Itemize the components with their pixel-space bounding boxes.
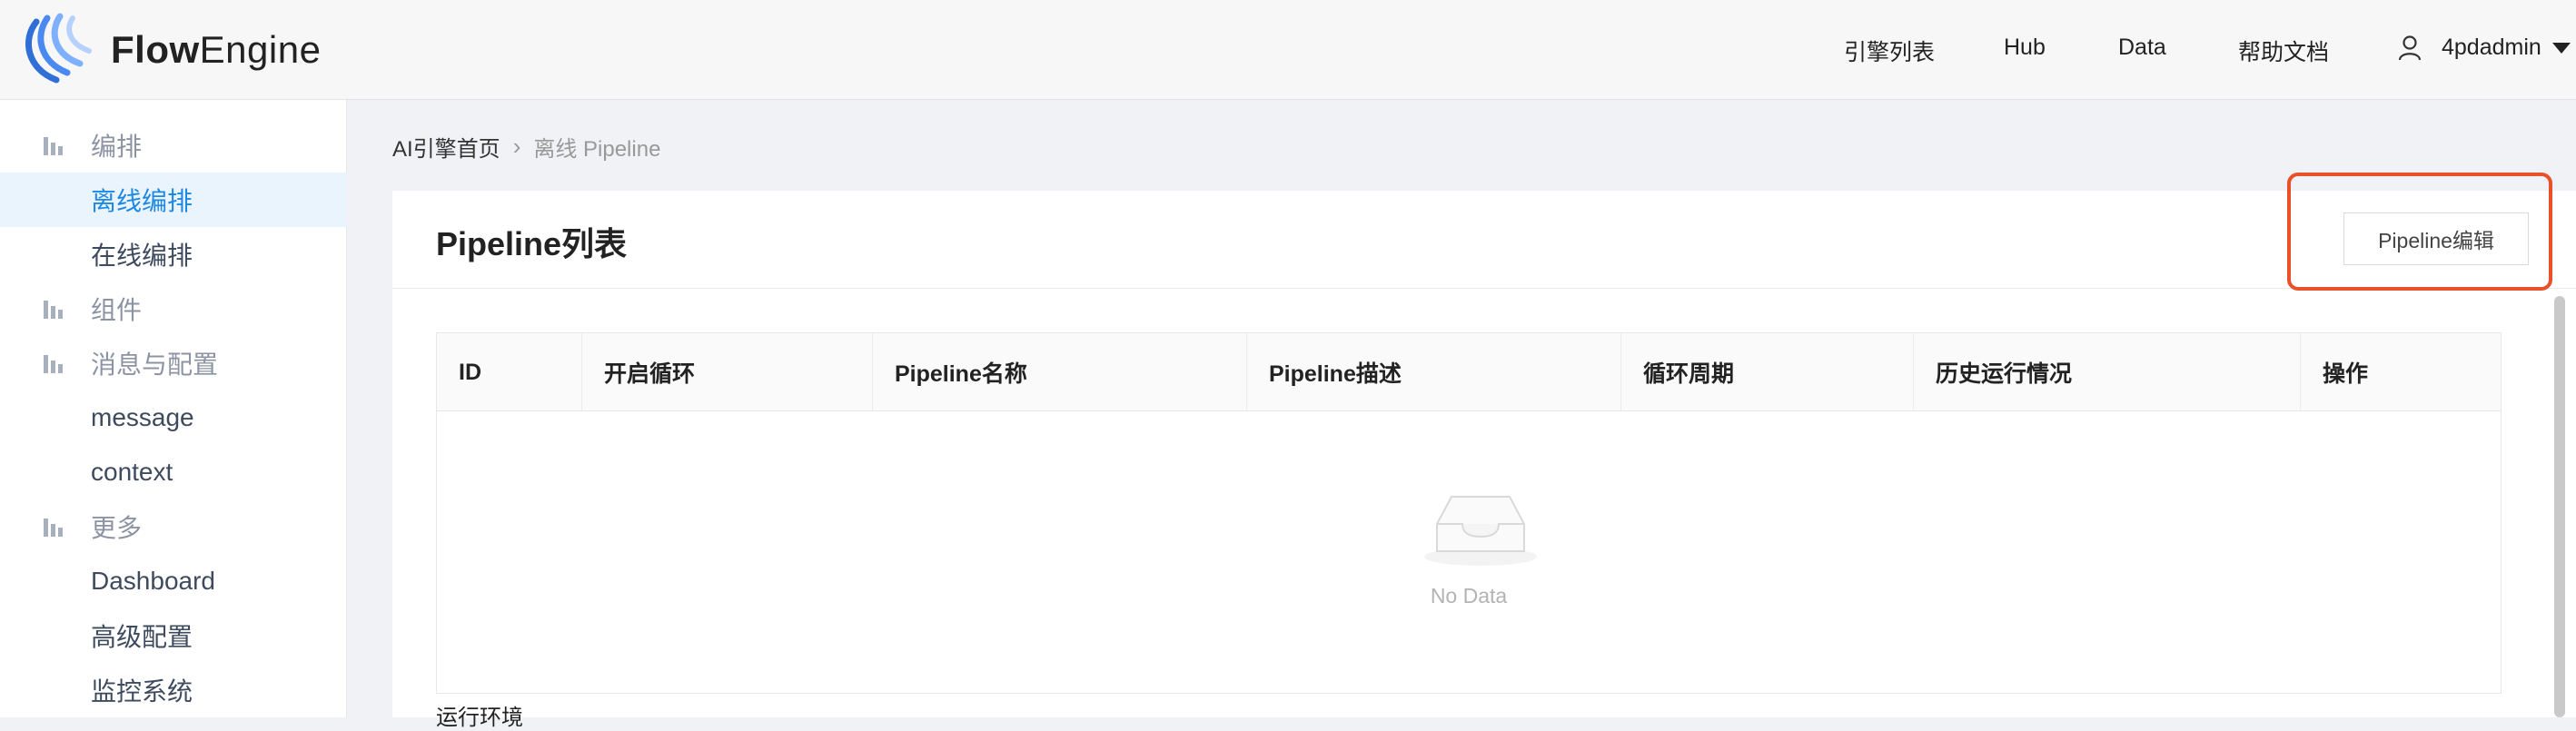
empty-inbox-icon xyxy=(1424,496,1537,566)
bar-chart-icon xyxy=(44,135,67,155)
scrollbar[interactable] xyxy=(2554,296,2565,717)
bar-chart-icon xyxy=(44,517,67,537)
table-header: ID 开启循环 Pipeline名称 Pipeline描述 循环周期 历史运行情… xyxy=(437,333,2501,411)
breadcrumb-home[interactable]: AI引擎首页 xyxy=(392,131,500,163)
no-data-text: No Data xyxy=(1430,584,1508,608)
nav-hub[interactable]: Hub xyxy=(2004,35,2046,61)
top-header: FlowEngine 引擎列表 Hub Data 帮助文档 4pdadmin xyxy=(0,0,2576,100)
breadcrumb: AI引擎首页 › 离线 Pipeline xyxy=(392,131,660,163)
username: 4pdadmin xyxy=(2442,35,2541,60)
sidebar-group-label: 编排 xyxy=(91,133,143,161)
nav-help-docs[interactable]: 帮助文档 xyxy=(2238,35,2329,67)
pipeline-table: ID 开启循环 Pipeline名称 Pipeline描述 循环周期 历史运行情… xyxy=(436,332,2502,694)
breadcrumb-current: 离线 Pipeline xyxy=(533,137,661,162)
sidebar-item-context[interactable]: context xyxy=(0,445,347,499)
pipeline-edit-button[interactable]: Pipeline编辑 xyxy=(2343,212,2529,265)
logo-text: FlowEngine xyxy=(111,28,322,71)
sidebar-group-orchestration[interactable]: 编排 xyxy=(0,118,347,173)
table-empty-state: No Data xyxy=(437,411,2501,693)
user-menu[interactable]: 4pdadmin xyxy=(2398,35,2571,61)
sidebar: 编排 离线编排 在线编排 组件 消息与配置 message context 更多… xyxy=(0,100,347,717)
bar-chart-icon xyxy=(44,353,67,373)
nav-engine-list[interactable]: 引擎列表 xyxy=(1844,35,1935,67)
logo[interactable]: FlowEngine xyxy=(20,13,321,87)
sidebar-item-offline-orchestration[interactable]: 离线编排 xyxy=(0,173,347,227)
runtime-env-label: 运行环境 xyxy=(436,706,523,730)
column-header-run-history: 历史运行情况 xyxy=(1914,333,2301,411)
sidebar-item-message[interactable]: message xyxy=(0,390,347,445)
chevron-down-icon[interactable] xyxy=(2551,42,2571,54)
card-header: Pipeline列表 Pipeline编辑 xyxy=(392,191,2576,289)
sidebar-item-dashboard[interactable]: Dashboard xyxy=(0,554,347,608)
sidebar-item-monitoring[interactable]: 监控系统 xyxy=(0,663,347,717)
chevron-right-icon: › xyxy=(512,133,521,160)
sidebar-group-messages-config[interactable]: 消息与配置 xyxy=(0,336,347,390)
page-title: Pipeline列表 xyxy=(436,225,628,262)
sidebar-item-online-orchestration[interactable]: 在线编排 xyxy=(0,227,347,282)
pipeline-card: Pipeline列表 Pipeline编辑 ID 开启循环 Pipeline名称… xyxy=(392,191,2576,730)
sidebar-item-advanced-config[interactable]: 高级配置 xyxy=(0,608,347,663)
sidebar-group-label: 消息与配置 xyxy=(91,351,219,379)
user-icon xyxy=(2398,35,2422,60)
sidebar-group-components[interactable]: 组件 xyxy=(0,282,347,336)
sidebar-group-label: 组件 xyxy=(91,296,143,324)
bar-chart-icon xyxy=(44,299,67,319)
column-header-loop-period: 循环周期 xyxy=(1621,333,1914,411)
flowengine-logo-icon xyxy=(25,13,92,84)
sidebar-group-more[interactable]: 更多 xyxy=(0,499,347,554)
column-header-pipeline-name: Pipeline名称 xyxy=(873,333,1247,411)
nav-data[interactable]: Data xyxy=(2118,35,2166,61)
column-header-actions: 操作 xyxy=(2323,361,2369,387)
sidebar-group-label: 更多 xyxy=(91,514,143,542)
column-header-id: ID xyxy=(437,333,582,411)
column-header-loop-enabled: 开启循环 xyxy=(582,333,873,411)
column-header-pipeline-description: Pipeline描述 xyxy=(1247,333,1621,411)
